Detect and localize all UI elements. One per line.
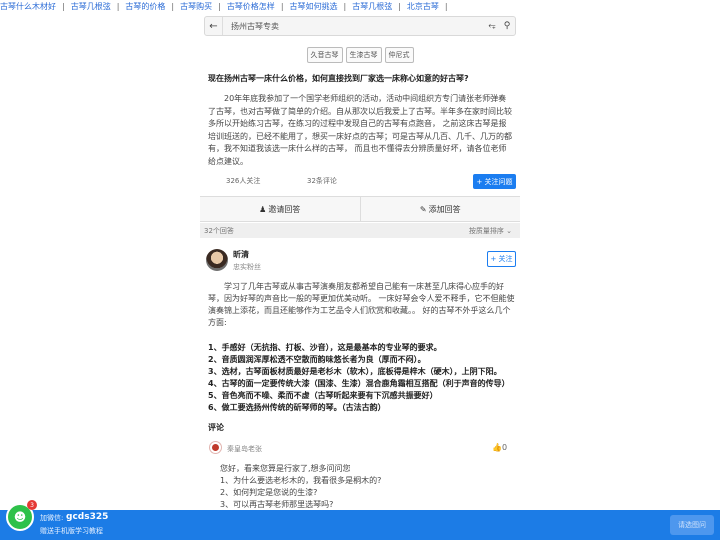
top-link[interactable]: 古琴如何挑选	[290, 1, 338, 12]
avatar[interactable]	[206, 249, 228, 271]
comment-like-count: 0	[501, 443, 508, 452]
chevron-down-icon: ⌄	[506, 227, 512, 235]
comments-title: 评论	[208, 423, 224, 432]
tag[interactable]: 久音古琴	[306, 47, 343, 63]
search-input[interactable]: 扬州古琴专卖	[223, 21, 485, 32]
share-button[interactable]: ⥆	[485, 21, 499, 31]
wechat-subtitle: 赠送手机版学习教程	[40, 527, 103, 535]
follow-question-button[interactable]: + 关注问题	[473, 174, 516, 189]
comment-body: 您好，看来您算是行家了,想多问问您 1、为什么要选老杉木的，我看很多是桐木的? …	[220, 463, 516, 511]
tag[interactable]: 仲尼式	[384, 47, 414, 63]
back-button[interactable]: ←	[205, 17, 223, 35]
search-bar[interactable]: ← 扬州古琴专卖 ⥆ ⚲	[204, 16, 516, 36]
answer-point: 5、音色亮而不噪、柔而不虚（古琴听起来要有下沉感共振要好）	[208, 391, 438, 400]
question-title: 现在扬州古琴一床什么价格，如何直接找到厂家选一床称心如意的好古琴?	[208, 74, 469, 83]
top-link[interactable]: 古琴几根弦	[352, 1, 392, 12]
thumbs-up-icon: 👍	[492, 443, 502, 452]
answer-actions: ♟ 邀请回答 ✎ 添加回答	[200, 196, 520, 222]
ask-question-button[interactable]: 请选图问	[670, 515, 714, 535]
link-separator: |	[171, 2, 175, 11]
search-icon: ⚲	[503, 21, 511, 31]
answer-point: 6、做工要选扬州传统的斫琴师的琴。（古法古韵）	[208, 403, 386, 412]
comment-like-button[interactable]: 👍0	[492, 443, 507, 452]
search-button[interactable]: ⚲	[499, 21, 515, 31]
add-answer-label: 添加回答	[428, 204, 461, 214]
add-answer-button[interactable]: ✎ 添加回答	[359, 197, 520, 221]
top-link[interactable]: 古琴购买	[180, 1, 212, 12]
top-link[interactable]: 古琴的价格	[125, 1, 165, 12]
wechat-id: gcds325	[66, 512, 109, 522]
edit-icon: ✎	[419, 204, 427, 214]
top-link[interactable]: 古琴价格怎样	[227, 1, 275, 12]
link-separator: |	[280, 2, 284, 11]
wechat-label: 加微信:	[40, 514, 64, 522]
link-separator: |	[444, 2, 448, 11]
sort-label: 按质量排序	[468, 227, 504, 235]
top-link[interactable]: 古琴什么木材好	[0, 1, 56, 12]
link-separator: |	[62, 2, 65, 11]
invite-answer-button[interactable]: ♟ 邀请回答	[200, 197, 360, 221]
arrow-left-icon: ←	[209, 20, 218, 32]
sort-dropdown[interactable]: 按质量排序 ⌄	[469, 226, 512, 236]
top-link-bar: 古琴什么木材好 | 古琴几根弦 | 古琴的价格 | 古琴购买 | 古琴价格怎样 | 古琴如…	[0, 0, 720, 13]
answer-point: 1、手感好（无抗指、打板、沙音），这是最基本的专业琴的要求。	[208, 343, 442, 352]
top-link[interactable]: 古琴几根弦	[71, 1, 111, 12]
tag-list: 久音古琴 生漆古琴 仲尼式	[200, 47, 520, 63]
answer-point: 4、古琴的面一定要传统大漆（国漆、生漆）混合鹿角霜相互搭配（利于声音的传导）	[208, 379, 510, 388]
follower-count: 326人关注	[226, 177, 261, 185]
share-icon: ⥆	[488, 21, 496, 31]
user-plus-icon: ♟	[259, 204, 267, 214]
answer-point: 3、选材，古琴面板材质最好是老杉木（软木），底板得是梓木（硬木），上阴下阳。	[208, 367, 502, 376]
comment-avatar[interactable]	[210, 442, 221, 453]
invite-label: 邀请回答	[268, 204, 301, 214]
answer-point: 2、音质圆润浑厚松透不空散而韵味悠长者为良（厚而不闷）。	[208, 355, 426, 364]
link-separator: |	[398, 2, 401, 11]
answer-count: 32个回答	[204, 227, 234, 235]
answer-username[interactable]: 昕清	[233, 249, 249, 260]
answer-user-title: 忠实粉丝	[233, 263, 261, 271]
comment-line: 1、为什么要选老杉木的，我看很多是桐木的?	[220, 476, 382, 485]
question-stats: 326人关注 32条评论 + 关注问题	[200, 173, 520, 189]
follow-user-button[interactable]: + 关注	[487, 251, 516, 267]
link-separator: |	[343, 2, 347, 11]
main-column: ← 扬州古琴专卖 ⥆ ⚲ 久音古琴 生漆古琴 仲尼式 现在扬州古琴一床什么价格，…	[200, 13, 520, 540]
top-link[interactable]: 北京古琴	[407, 1, 439, 12]
question-body: 20年年底我参加了一个国学老师组织的活动，活动中间组织方专门请张老师弹奏了古琴，…	[208, 94, 512, 166]
tag[interactable]: 生漆古琴	[345, 47, 382, 63]
notification-badge: 3	[27, 500, 37, 510]
comment-count[interactable]: 32条评论	[307, 176, 337, 186]
comment-line: 2、如何判定是您说的生漆?	[220, 488, 318, 497]
answers-header: 32个回答 按质量排序 ⌄	[200, 223, 520, 238]
link-separator: |	[218, 2, 221, 11]
comment-user[interactable]: 秦皇岛老张	[227, 444, 262, 454]
link-separator: |	[116, 2, 120, 11]
comment-line: 您好，看来您算是行家了,想多问问您	[220, 464, 351, 473]
answer-points: 1、手感好（无抗指、打板、沙音），这是最基本的专业琴的要求。 2、音质圆润浑厚松…	[208, 342, 516, 414]
answer-body: 学习了几年古琴或从事古琴演奏朋友都希望自己能有一床甚至几床得心应手的好琴，因为好…	[208, 282, 515, 327]
